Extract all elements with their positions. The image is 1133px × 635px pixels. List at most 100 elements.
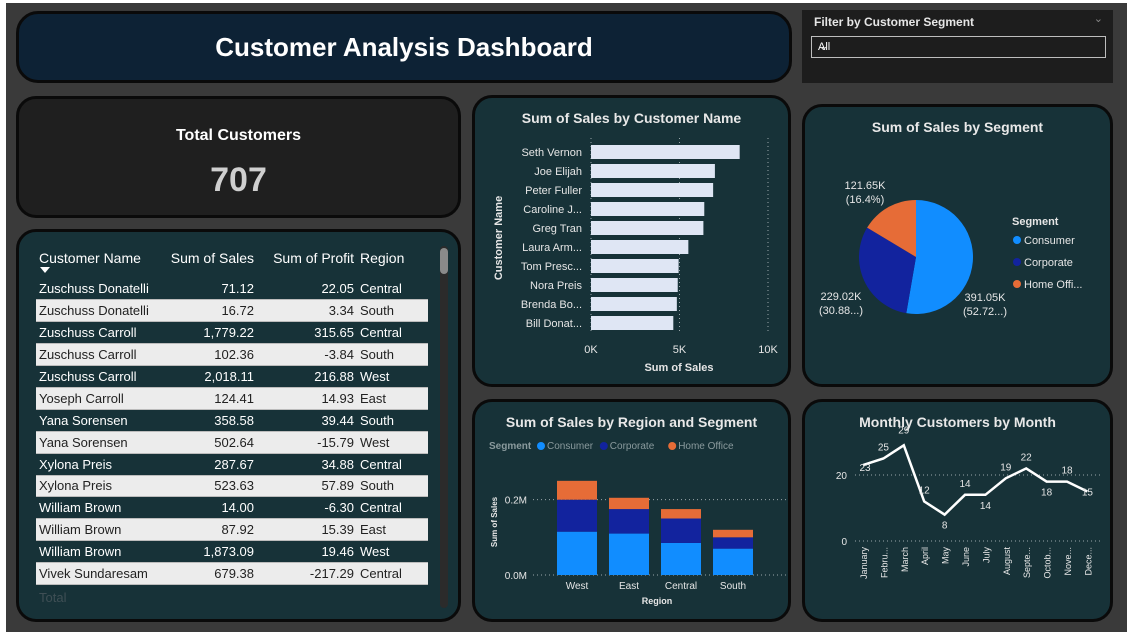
- bar[interactable]: [591, 164, 715, 178]
- legend-label[interactable]: Consumer: [547, 441, 594, 452]
- bar[interactable]: [591, 183, 714, 197]
- cell-sum-of-profit: 216.88: [257, 365, 357, 388]
- bar[interactable]: [591, 316, 674, 330]
- bar-segment[interactable]: [557, 499, 597, 532]
- bar-segment[interactable]: [661, 518, 701, 543]
- customer-table: Customer Name Sum of Sales Sum of Profit…: [36, 246, 428, 585]
- segment-filter-slicer[interactable]: Filter by Customer Segment ⌄ All ⌄: [802, 10, 1113, 83]
- data-label: 19: [1000, 462, 1012, 473]
- cell-region: East: [357, 518, 428, 542]
- x-axis-title: Region: [642, 596, 673, 606]
- legend-marker[interactable]: [1013, 280, 1021, 288]
- table-row[interactable]: William Brown 1,873.09 19.46 West: [36, 540, 428, 563]
- cell-customer-name: William Brown: [36, 518, 161, 542]
- bar[interactable]: [591, 221, 704, 235]
- slice-value-label: 229.02K: [821, 291, 863, 303]
- cell-customer-name: William Brown: [36, 496, 161, 519]
- bar-segment[interactable]: [713, 548, 753, 575]
- cell-sum-of-profit: -6.30: [257, 496, 357, 519]
- bar-segment[interactable]: [557, 480, 597, 500]
- cell-sum-of-profit: 22.05: [257, 278, 357, 300]
- cell-sum-of-sales: 1,779.22: [161, 321, 257, 344]
- bar-segment[interactable]: [661, 542, 701, 575]
- table-scrollbar-track[interactable]: [440, 246, 448, 608]
- cell-sum-of-sales: 71.12: [161, 278, 257, 300]
- legend-label[interactable]: Home Office: [678, 441, 734, 452]
- column-header-sum-of-sales[interactable]: Sum of Sales: [161, 246, 257, 278]
- table-row[interactable]: Xylona Preis 287.67 34.88 Central: [36, 453, 428, 476]
- bar-segment[interactable]: [609, 497, 649, 510]
- data-label: 12: [919, 485, 931, 496]
- bar[interactable]: [591, 259, 679, 273]
- table-row[interactable]: Yana Sorensen 358.58 39.44 South: [36, 409, 428, 432]
- bar-segment[interactable]: [609, 533, 649, 575]
- table-row[interactable]: Vivek Sundaresam 679.38 -217.29 Central: [36, 562, 428, 585]
- cell-region: Central: [357, 278, 428, 300]
- legend-marker[interactable]: [599, 442, 608, 450]
- table-row[interactable]: William Brown 14.00 -6.30 Central: [36, 496, 428, 519]
- legend-title: Segment: [1012, 216, 1059, 228]
- legend-label[interactable]: Home Offi...: [1024, 279, 1082, 291]
- legend-label[interactable]: Consumer: [1024, 235, 1075, 247]
- category-label: Greg Tran: [532, 223, 582, 235]
- legend-label[interactable]: Corporate: [610, 441, 655, 452]
- cell-sum-of-profit: 57.89: [257, 474, 357, 498]
- column-header-sum-of-profit[interactable]: Sum of Profit: [257, 246, 357, 278]
- chevron-down-icon[interactable]: ⌄: [818, 38, 1101, 54]
- pie-slice[interactable]: [906, 200, 973, 314]
- cell-sum-of-sales: 502.64: [161, 430, 257, 454]
- bar[interactable]: [591, 202, 705, 216]
- cell-region: Central: [357, 453, 428, 476]
- cell-sum-of-profit: 14.93: [257, 386, 357, 410]
- table-row[interactable]: Yoseph Carroll 124.41 14.93 East: [36, 386, 428, 410]
- month-tick-label: April: [920, 547, 930, 565]
- bar-segment[interactable]: [557, 531, 597, 575]
- sales-by-region-chart: Sum of Sales by Region and Segment Segme…: [472, 399, 791, 622]
- month-tick-label: Dece...: [1083, 547, 1093, 576]
- table-row[interactable]: Zuschuss Carroll 102.36 -3.84 South: [36, 343, 428, 367]
- segment-dropdown[interactable]: All ⌄: [811, 36, 1106, 58]
- bar-segment[interactable]: [713, 537, 753, 549]
- table-row[interactable]: William Brown 87.92 15.39 East: [36, 518, 428, 542]
- table-row[interactable]: Zuschuss Carroll 1,779.22 315.65 Central: [36, 321, 428, 344]
- cell-sum-of-profit: 3.34: [257, 299, 357, 323]
- cell-sum-of-profit: 34.88: [257, 453, 357, 476]
- bar-segment[interactable]: [661, 509, 701, 519]
- cell-sum-of-sales: 358.58: [161, 409, 257, 432]
- bar[interactable]: [591, 240, 689, 254]
- month-tick-label: Septe...: [1022, 547, 1032, 578]
- cell-customer-name: Zuschuss Carroll: [36, 321, 161, 344]
- data-label: 18: [1041, 488, 1053, 499]
- cell-region: East: [357, 386, 428, 410]
- sort-descending-icon[interactable]: [39, 266, 59, 276]
- table-row[interactable]: Yana Sorensen 502.64 -15.79 West: [36, 430, 428, 454]
- bar[interactable]: [591, 278, 678, 292]
- sales-by-segment-chart: Sum of Sales by Segment 391.05K (52.72...…: [802, 104, 1113, 387]
- table-row[interactable]: Zuschuss Donatelli 71.12 22.05 Central: [36, 278, 428, 300]
- data-label: 14: [980, 501, 992, 512]
- category-label: Caroline J...: [523, 204, 582, 216]
- collapse-chevron-icon[interactable]: ⌄: [1094, 12, 1103, 25]
- table-row[interactable]: Zuschuss Carroll 2,018.11 216.88 West: [36, 365, 428, 388]
- legend-title: Segment: [489, 441, 532, 452]
- legend-marker[interactable]: [537, 442, 545, 450]
- table-scrollbar-thumb[interactable]: [440, 248, 448, 274]
- column-header-region[interactable]: Region: [357, 246, 428, 278]
- bar-segment[interactable]: [609, 509, 649, 534]
- legend-label[interactable]: Corporate: [1024, 257, 1073, 269]
- table-row[interactable]: Zuschuss Donatelli 16.72 3.34 South: [36, 299, 428, 323]
- category-label: South: [720, 581, 746, 592]
- series-line[interactable]: [862, 443, 1088, 517]
- y-tick-label: 0.0M: [505, 571, 527, 582]
- cell-sum-of-sales: 16.72: [161, 299, 257, 323]
- legend-marker[interactable]: [1013, 236, 1021, 244]
- bar[interactable]: [591, 145, 740, 159]
- cell-region: West: [357, 430, 428, 454]
- monthly-customers-svg: 0 20 23 January 25 Febru... 29 March 12 April 8 May…: [836, 425, 1103, 579]
- legend-marker[interactable]: [1013, 258, 1021, 266]
- legend-marker[interactable]: [668, 442, 677, 450]
- cell-sum-of-sales: 14.00: [161, 496, 257, 519]
- bar-segment[interactable]: [713, 529, 753, 538]
- table-row[interactable]: Xylona Preis 523.63 57.89 South: [36, 474, 428, 498]
- bar[interactable]: [591, 297, 677, 311]
